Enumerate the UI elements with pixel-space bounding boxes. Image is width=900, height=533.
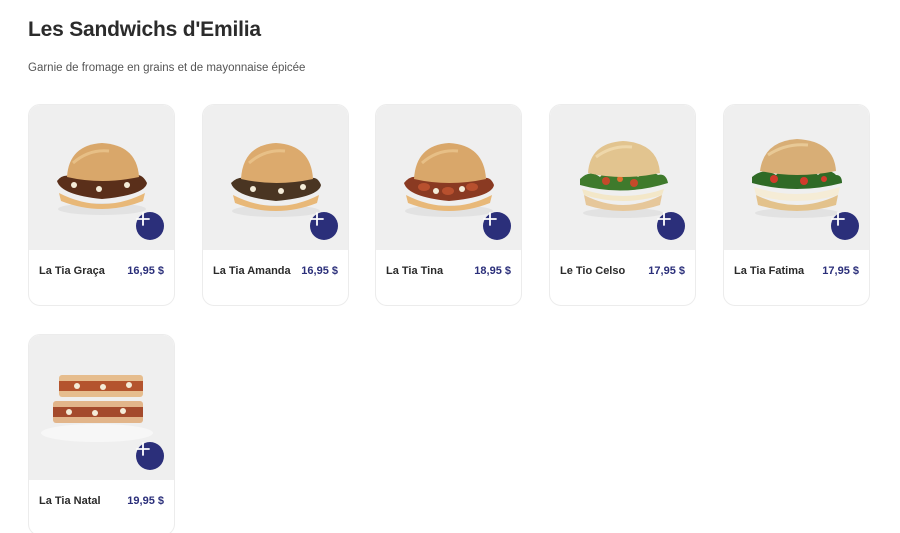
product-image xyxy=(29,335,174,480)
product-card-la-tia-amanda[interactable]: La Tia Amanda 16,95 $ xyxy=(202,104,349,306)
section-subtitle: Garnie de fromage en grains et de mayonn… xyxy=(28,62,306,74)
product-name: Le Tio Celso xyxy=(560,265,626,277)
add-to-cart-button[interactable] xyxy=(310,212,338,240)
plus-icon xyxy=(310,212,324,226)
section-title: Les Sandwichs d'Emilia xyxy=(28,18,261,41)
add-to-cart-button[interactable] xyxy=(831,212,859,240)
add-to-cart-button[interactable] xyxy=(136,212,164,240)
add-to-cart-button[interactable] xyxy=(657,212,685,240)
product-image xyxy=(29,105,174,250)
product-name: La Tia Tina xyxy=(386,265,444,277)
plus-icon xyxy=(136,212,150,226)
product-price: 17,95 $ xyxy=(822,265,859,277)
product-name: La Tia Amanda xyxy=(213,265,291,277)
product-image xyxy=(550,105,695,250)
plus-icon xyxy=(136,442,150,456)
product-name: La Tia Graça xyxy=(39,265,105,277)
product-price: 16,95 $ xyxy=(301,265,338,277)
plus-icon xyxy=(657,212,671,226)
product-card-la-tia-graca[interactable]: La Tia Graça 16,95 $ xyxy=(28,104,175,306)
product-price: 16,95 $ xyxy=(127,265,164,277)
product-image xyxy=(724,105,869,250)
add-to-cart-button[interactable] xyxy=(136,442,164,470)
product-name: La Tia Natal xyxy=(39,495,101,507)
product-price: 18,95 $ xyxy=(474,265,511,277)
plus-icon xyxy=(831,212,845,226)
product-card-la-tia-tina[interactable]: La Tia Tina 18,95 $ xyxy=(375,104,522,306)
product-price: 17,95 $ xyxy=(648,265,685,277)
product-image xyxy=(376,105,521,250)
product-price: 19,95 $ xyxy=(127,495,164,507)
product-name: La Tia Fatima xyxy=(734,265,805,277)
product-card-la-tia-natal[interactable]: La Tia Natal 19,95 $ xyxy=(28,334,175,533)
plus-icon xyxy=(483,212,497,226)
product-image xyxy=(203,105,348,250)
product-card-la-tia-fatima[interactable]: La Tia Fatima 17,95 $ xyxy=(723,104,870,306)
add-to-cart-button[interactable] xyxy=(483,212,511,240)
product-card-le-tio-celso[interactable]: Le Tio Celso 17,95 $ xyxy=(549,104,696,306)
